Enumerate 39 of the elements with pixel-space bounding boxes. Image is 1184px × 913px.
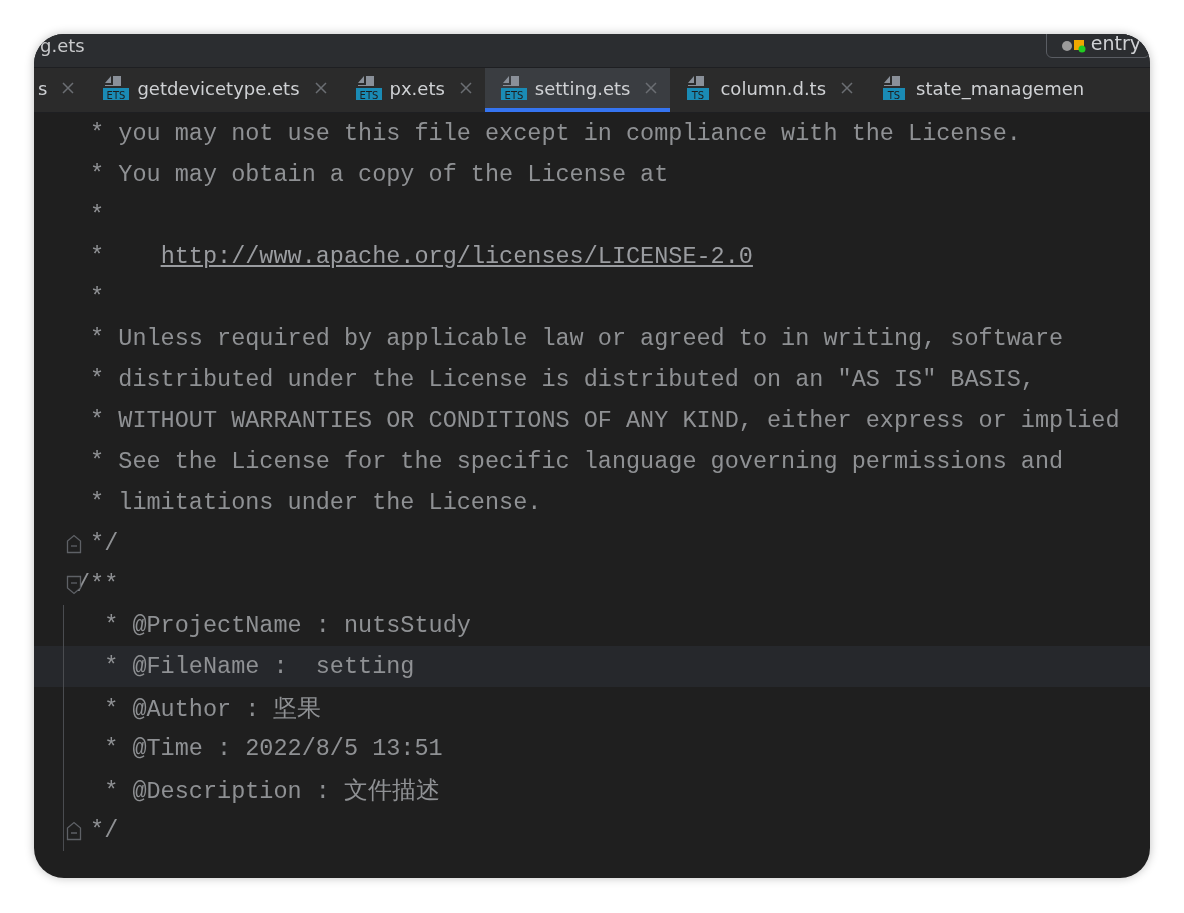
tab-label: column.d.ts — [720, 77, 827, 99]
tab-label: px.ets — [389, 77, 445, 99]
fold-icon[interactable] — [66, 820, 82, 841]
editor-tab[interactable]: s — [34, 68, 88, 112]
code-line: * you may not use this file except in compliance with the License. — [89, 120, 1021, 147]
close-icon[interactable] — [840, 81, 855, 95]
code-line: * Unless required by applicable law or agreed to in writing, software — [89, 325, 1064, 352]
code-line: * http://www.apache.org/licenses/LICENSE-2.0 — [89, 243, 753, 270]
license-link[interactable]: http://www.apache.org/licenses/LICENSE-2.0 — [160, 243, 753, 270]
tab-label: s — [38, 77, 48, 99]
code-line: * distributed under the License is distributed on an "AS IS" BASIS, — [89, 366, 1035, 393]
code-line: * limitations under the License. — [89, 489, 542, 516]
code-line: * — [89, 202, 105, 229]
close-icon[interactable] — [644, 81, 659, 95]
editor-tab[interactable]: TS column.d.ts — [670, 68, 867, 112]
code-line: * @Time : 2022/8/5 13:51 — [103, 735, 443, 762]
code-line: * @Description : 文件描述 — [103, 776, 440, 806]
code-line: * See the License for the specific language governing permissions and — [89, 448, 1064, 475]
code-line: * — [89, 284, 105, 311]
run-config-button[interactable]: entry — [1045, 34, 1150, 58]
code-line: * @Author : 坚果 — [103, 694, 322, 724]
code-line: * @ProjectName : nutsStudy — [103, 612, 471, 639]
editor-tab[interactable]: ETS getdevicetype.ets — [87, 68, 340, 112]
close-icon[interactable] — [61, 81, 76, 95]
tab-label: setting.ets — [534, 77, 631, 99]
code-line: */ — [89, 530, 119, 557]
close-icon[interactable] — [313, 81, 328, 95]
code-line: * WITHOUT WARRANTIES OR CONDITIONS OF ANY KIND, either express or implied — [89, 407, 1120, 434]
fold-icon[interactable] — [66, 533, 82, 554]
editor-tab[interactable]: ETS setting.ets — [484, 68, 671, 112]
code-line: * @FileName : setting — [103, 653, 415, 680]
close-icon[interactable] — [458, 81, 473, 95]
tab-label: getdevicetype.ets — [137, 77, 300, 99]
code-line: */ — [89, 817, 119, 844]
window-title: g.ets — [39, 35, 85, 57]
code-line: * You may obtain a copy of the License at — [89, 161, 669, 188]
editor-tab[interactable]: ETS px.ets — [339, 68, 485, 112]
editor-tab[interactable]: TS state_managemen — [866, 68, 1097, 112]
tab-label: state_managemen — [916, 77, 1085, 99]
